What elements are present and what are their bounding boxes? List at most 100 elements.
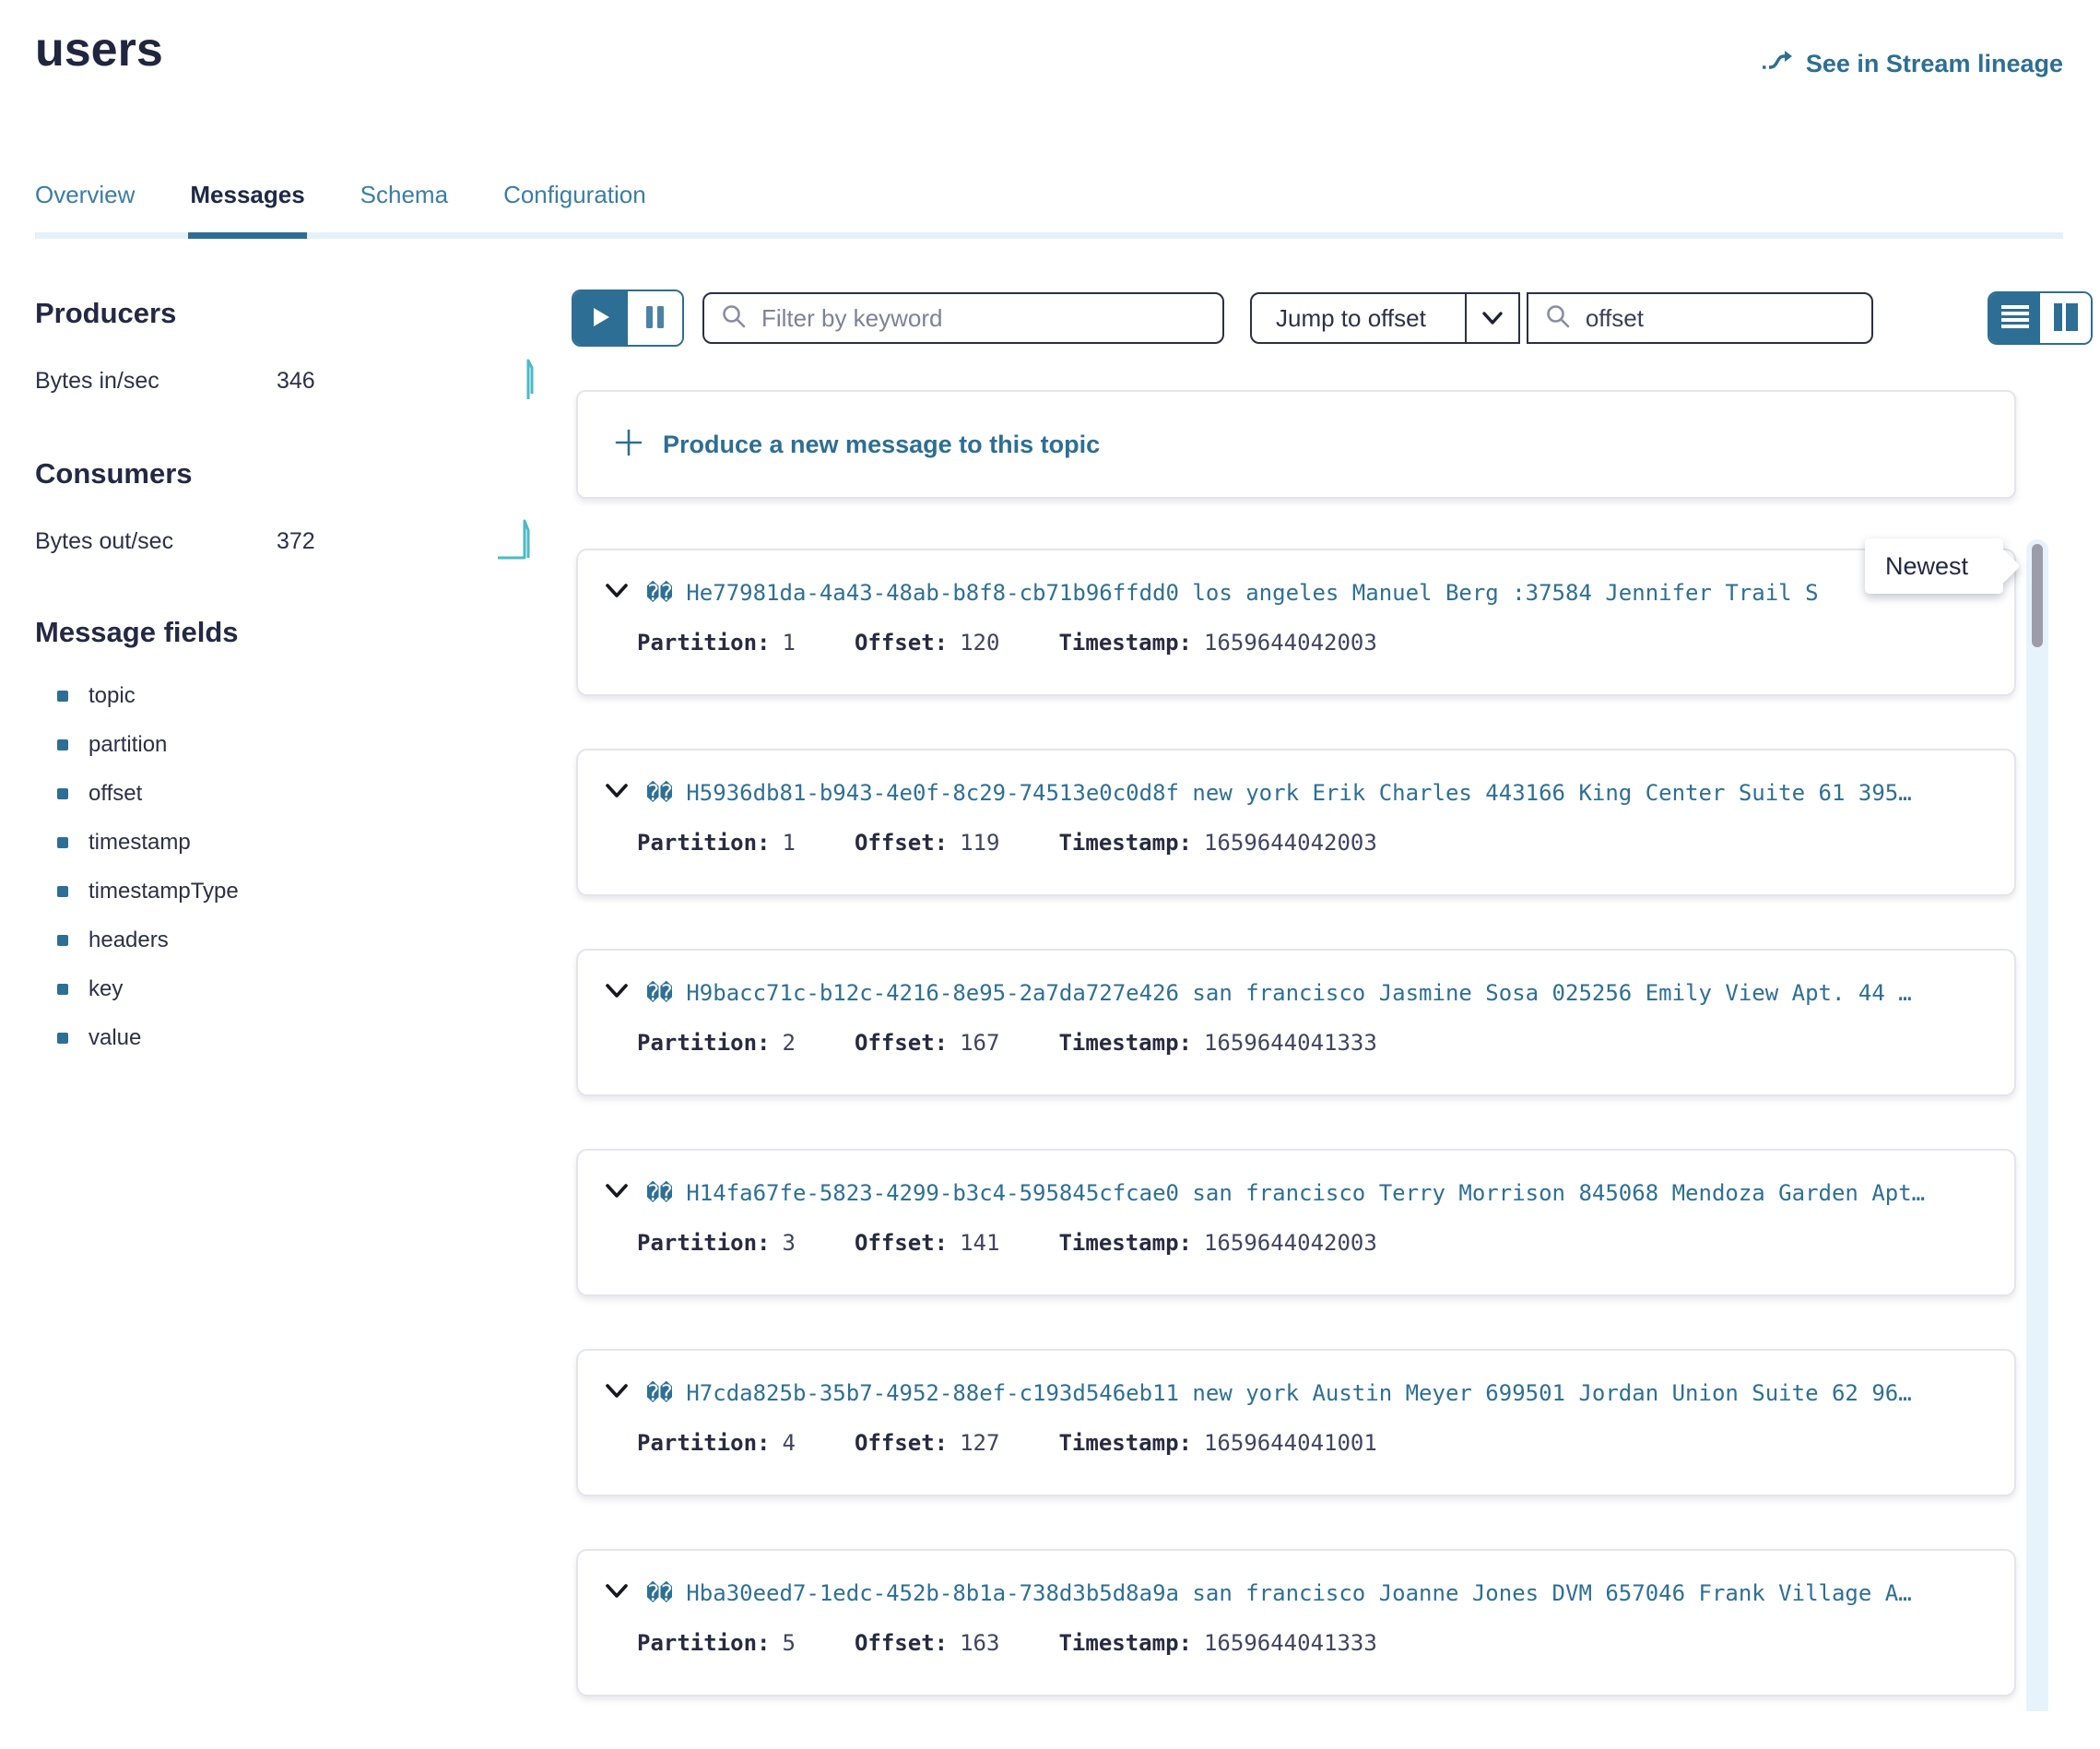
see-in-stream-lineage-link[interactable]: See in Stream lineage — [1761, 46, 2063, 82]
field-label: value — [88, 1025, 141, 1051]
search-icon — [721, 303, 747, 334]
consumers-heading: Consumers — [35, 457, 537, 490]
jump-to-offset-label: Jump to offset — [1252, 294, 1465, 342]
message-meta-row: Partition: 1 Offset: 120 Timestamp: 1659… — [637, 630, 1436, 656]
message-card[interactable]: �� H5936db81-b943-4e0f-8c29-74513e0c0d8f… — [576, 749, 2016, 896]
bytes-in-metric: Bytes in/sec 346 — [35, 358, 537, 404]
list-view-button[interactable] — [1989, 293, 2040, 343]
message-card[interactable]: �� H9bacc71c-b12c-4216-8e95-2a7da727e426… — [576, 949, 2016, 1096]
tabs: Overview Messages Schema Configuration — [35, 181, 2063, 239]
partition-value: 3 — [771, 1230, 796, 1256]
filter-input[interactable] — [760, 303, 1222, 334]
timestamp-label: Timestamp: — [1058, 830, 1192, 856]
offset-search-icon — [1545, 303, 1571, 334]
jump-to-offset-select[interactable]: Jump to offset — [1250, 292, 1520, 344]
message-key-row: �� He77981da-4a43-48ab-b8f8-cb71b96ffdd0… — [606, 580, 1994, 606]
partition-label: Partition: — [637, 1630, 771, 1656]
tab-schema[interactable]: Schema — [360, 181, 448, 232]
list-view-icon — [2000, 303, 2030, 334]
timestamp-value: 1659644041333 — [1192, 1030, 1377, 1056]
pause-button[interactable] — [628, 291, 682, 345]
view-toggle-group — [1988, 291, 2093, 345]
message-field-value: value — [35, 1013, 537, 1062]
partition-value: 4 — [771, 1430, 796, 1456]
message-field-topic: topic — [35, 671, 537, 720]
bytes-in-value: 346 — [277, 368, 387, 395]
bullet-icon — [57, 886, 68, 897]
partition-value: 1 — [771, 830, 796, 856]
offset-value: 127 — [948, 1430, 999, 1456]
page-title: users — [35, 22, 163, 77]
pause-icon — [644, 305, 667, 332]
message-key: �� H9bacc71c-b12c-4216-8e95-2a7da727e426… — [646, 980, 1912, 1006]
offset-label: Offset: — [855, 1030, 948, 1056]
partition-label: Partition: — [637, 630, 771, 656]
chevron-down-icon[interactable] — [606, 584, 628, 603]
message-card[interactable]: �� H14fa67fe-5823-4299-b3c4-595845cfcae0… — [576, 1149, 2016, 1296]
message-card[interactable]: �� H7cda825b-35b7-4952-88ef-c193d546eb11… — [576, 1349, 2016, 1496]
newest-tooltip-label: Newest — [1885, 552, 1968, 581]
message-field-key: key — [35, 964, 537, 1013]
timestamp-label: Timestamp: — [1058, 630, 1192, 656]
tab-label: Schema — [360, 181, 448, 208]
tab-messages[interactable]: Messages — [190, 181, 304, 232]
field-label: partition — [88, 732, 167, 758]
message-field-timestampType: timestampType — [35, 867, 537, 916]
offset-value: 119 — [948, 830, 999, 856]
bytes-in-label: Bytes in/sec — [35, 368, 277, 395]
message-meta-row: Partition: 4 Offset: 127 Timestamp: 1659… — [637, 1430, 1436, 1456]
topic-page: users See in Stream lineage Overview Mes… — [0, 0, 2100, 1711]
message-key-row: �� H14fa67fe-5823-4299-b3c4-595845cfcae0… — [606, 1180, 1994, 1206]
chevron-down-icon[interactable] — [606, 1384, 628, 1403]
columns-view-button[interactable] — [2040, 293, 2091, 343]
producers-heading: Producers — [35, 297, 537, 330]
message-key-row: �� H5936db81-b943-4e0f-8c29-74513e0c0d8f… — [606, 780, 1994, 806]
message-field-headers: headers — [35, 916, 537, 964]
play-pause-group — [572, 290, 684, 347]
chevron-down-icon[interactable] — [606, 1584, 628, 1603]
chevron-down-icon — [1465, 294, 1518, 342]
timestamp-label: Timestamp: — [1058, 1030, 1192, 1056]
offset-input[interactable] — [1584, 303, 1871, 334]
newest-tooltip: Newest — [1865, 538, 2003, 594]
message-key: �� H7cda825b-35b7-4952-88ef-c193d546eb11… — [646, 1380, 1912, 1406]
timestamp-value: 1659644042003 — [1192, 630, 1377, 656]
produce-message-button[interactable]: Produce a new message to this topic — [576, 390, 2016, 499]
play-icon — [591, 306, 611, 331]
bullet-icon — [57, 984, 68, 995]
bullet-icon — [57, 935, 68, 946]
partition-label: Partition: — [637, 830, 771, 856]
chevron-down-icon[interactable] — [606, 984, 628, 1003]
tab-configuration[interactable]: Configuration — [503, 181, 646, 232]
message-field-partition: partition — [35, 720, 537, 769]
message-card[interactable]: �� Hba30eed7-1edc-452b-8b1a-738d3b5d8a9a… — [576, 1549, 2016, 1696]
bullet-icon — [57, 691, 68, 702]
message-field-timestamp: timestamp — [35, 818, 537, 867]
tab-overview[interactable]: Overview — [35, 181, 135, 232]
plus-icon — [615, 429, 643, 461]
play-button[interactable] — [573, 291, 628, 345]
message-key: �� H14fa67fe-5823-4299-b3c4-595845cfcae0… — [646, 1180, 1925, 1206]
bullet-icon — [57, 788, 68, 799]
tab-label: Configuration — [503, 181, 646, 208]
messages-toolbar: Jump to offset — [572, 290, 2093, 347]
bullet-icon — [57, 837, 68, 848]
chevron-down-icon[interactable] — [606, 1184, 628, 1203]
field-label: timestamp — [88, 830, 191, 856]
partition-label: Partition: — [637, 1430, 771, 1456]
message-key: �� H5936db81-b943-4e0f-8c29-74513e0c0d8f… — [646, 780, 1912, 806]
message-meta-row: Partition: 2 Offset: 167 Timestamp: 1659… — [637, 1030, 1436, 1056]
field-label: headers — [88, 928, 169, 953]
message-card[interactable]: �� He77981da-4a43-48ab-b8f8-cb71b96ffdd0… — [576, 549, 2016, 696]
chevron-down-icon[interactable] — [606, 784, 628, 803]
columns-view-icon — [2052, 302, 2080, 335]
scrollbar-track[interactable] — [2026, 539, 2048, 1711]
offset-label: Offset: — [855, 1630, 948, 1656]
scrollbar-thumb[interactable] — [2032, 544, 2043, 647]
timestamp-value: 1659644041333 — [1192, 1630, 1377, 1656]
field-label: offset — [88, 781, 142, 807]
bytes-in-sparkline-icon — [497, 355, 537, 408]
offset-value: 120 — [948, 630, 999, 656]
offset-value: 163 — [948, 1630, 999, 1656]
timestamp-label: Timestamp: — [1058, 1630, 1192, 1656]
